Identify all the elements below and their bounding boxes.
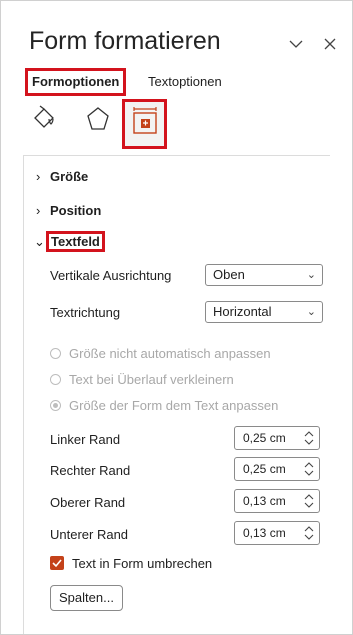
chevron-down-icon: ⌄	[306, 306, 316, 318]
top-margin-label: Oberer Rand	[50, 495, 126, 510]
bottom-margin-value: 0,13 cm	[243, 526, 286, 540]
chevron-down-icon: ⌄	[34, 234, 45, 249]
chevron-right-icon: ›	[36, 203, 41, 218]
wrap-text-checkbox[interactable]: Text in Form umbrechen	[50, 556, 212, 571]
size-properties-icon[interactable]	[130, 107, 160, 137]
right-margin-label: Rechter Rand	[50, 463, 131, 478]
radio-circle	[50, 348, 61, 359]
chevron-down-icon[interactable]	[287, 35, 305, 53]
columns-button[interactable]: Spalten...	[50, 585, 123, 611]
radio-no-autofit-label: Größe nicht automatisch anpassen	[69, 346, 271, 361]
radio-resize-shape-label: Größe der Form dem Text anpassen	[69, 398, 279, 413]
pane-title: Form formatieren	[29, 27, 221, 55]
vertical-alignment-label: Vertikale Ausrichtung	[50, 268, 172, 283]
radio-resize-shape[interactable]: Größe der Form dem Text anpassen	[50, 398, 278, 413]
top-margin-value: 0,13 cm	[243, 494, 286, 508]
radio-shrink-text-label: Text bei Überlauf verkleinern	[69, 372, 234, 387]
left-margin-label: Linker Rand	[50, 432, 121, 447]
section-position-label: Position	[50, 203, 102, 218]
pentagon-icon[interactable]	[83, 104, 113, 134]
radio-shrink-text[interactable]: Text bei Überlauf verkleinern	[50, 372, 234, 387]
radio-no-autofit[interactable]: Größe nicht automatisch anpassen	[50, 346, 271, 361]
close-icon[interactable]	[321, 35, 339, 53]
format-shape-pane: Form formatieren Formoptionen Textoption…	[0, 0, 353, 635]
text-direction-select[interactable]: Horizontal ⌄	[205, 301, 323, 323]
section-size[interactable]: › Größe	[36, 169, 88, 184]
spinner-arrows-icon[interactable]	[302, 523, 316, 543]
text-direction-label: Textrichtung	[50, 305, 121, 320]
left-margin-value: 0,25 cm	[243, 431, 286, 445]
section-textbox[interactable]: ⌄ Textfeld	[34, 231, 105, 252]
tab-formoptionen[interactable]: Formoptionen	[25, 68, 127, 96]
spinner-arrows-icon[interactable]	[302, 459, 316, 479]
spinner-arrows-icon[interactable]	[302, 491, 316, 511]
vertical-alignment-value: Oben	[213, 267, 245, 282]
right-margin-value: 0,25 cm	[243, 462, 286, 476]
right-margin-spinner[interactable]: 0,25 cm	[234, 457, 320, 481]
options-content: › Größe › Position ⌄ Textfeld Vertikale Aus…	[23, 156, 324, 634]
paint-bucket-icon[interactable]	[29, 104, 59, 134]
section-position[interactable]: › Position	[36, 203, 101, 218]
text-direction-value: Horizontal	[213, 304, 272, 319]
chevron-right-icon: ›	[36, 169, 41, 184]
spinner-arrows-icon[interactable]	[302, 428, 316, 448]
tab-textoptionen[interactable]: Textoptionen	[148, 71, 222, 93]
wrap-text-label: Text in Form umbrechen	[72, 556, 213, 571]
radio-circle-selected	[50, 400, 61, 411]
radio-circle	[50, 374, 61, 385]
left-margin-spinner[interactable]: 0,25 cm	[234, 426, 320, 450]
chevron-down-icon: ⌄	[306, 269, 316, 281]
vertical-alignment-select[interactable]: Oben ⌄	[205, 264, 323, 286]
bottom-margin-label: Unterer Rand	[50, 527, 129, 542]
bottom-margin-spinner[interactable]: 0,13 cm	[234, 521, 320, 545]
section-size-label: Größe	[50, 169, 89, 184]
top-margin-spinner[interactable]: 0,13 cm	[234, 489, 320, 513]
section-textbox-label: Textfeld	[46, 231, 105, 252]
checkbox-checked-icon	[50, 556, 64, 570]
